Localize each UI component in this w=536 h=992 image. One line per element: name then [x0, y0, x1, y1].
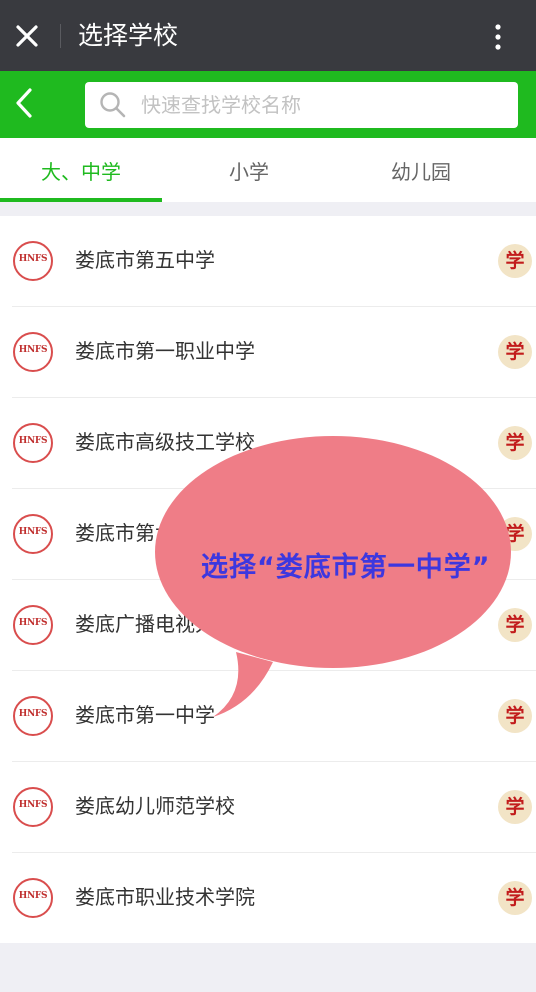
school-name: 娄底市第五中学	[75, 248, 215, 272]
school-badge: 学	[498, 244, 532, 278]
search-bar	[0, 71, 536, 138]
school-logo: HNFS	[13, 332, 53, 372]
search-input[interactable]	[141, 89, 501, 121]
tab-middle-school[interactable]: 大、中学	[0, 138, 162, 202]
school-name: 娄底市第一中学	[75, 703, 215, 727]
chevron-left-icon[interactable]	[10, 85, 40, 121]
logo-text: HNFS	[18, 891, 48, 901]
list-item[interactable]: HNFS 娄底广播电视大学 学	[0, 580, 536, 671]
list-item[interactable]: HNFS 娄底市第一中学 学	[0, 671, 536, 762]
close-icon[interactable]	[12, 21, 42, 51]
list-item[interactable]: HNFS 娄底市高级技工学校 学	[0, 398, 536, 489]
search-icon	[99, 91, 127, 119]
school-type-tabs: 大、中学 小学 幼儿园	[0, 138, 536, 202]
school-badge: 学	[498, 608, 532, 642]
school-logo: HNFS	[13, 787, 53, 827]
active-tab-indicator	[0, 198, 162, 202]
school-name: 娄底幼儿师范学校	[75, 794, 235, 818]
list-item[interactable]: HNFS 娄底市第五中学 学	[0, 216, 536, 307]
list-item[interactable]: HNFS 娄底幼儿师范学校 学	[0, 762, 536, 853]
school-name: 娄底市第六中学	[75, 521, 215, 545]
logo-text: HNFS	[18, 527, 48, 537]
school-logo: HNFS	[13, 514, 53, 554]
page-title: 选择学校	[78, 21, 179, 50]
school-name: 娄底广播电视大学	[75, 612, 235, 636]
school-badge: 学	[498, 790, 532, 824]
school-logo: HNFS	[13, 696, 53, 736]
school-logo: HNFS	[13, 605, 53, 645]
title-bar: 选择学校	[0, 0, 536, 71]
logo-text: HNFS	[18, 709, 48, 719]
school-badge: 学	[498, 699, 532, 733]
list-item[interactable]: HNFS 娄底市第一职业中学 学	[0, 307, 536, 398]
annotation-text: 选择“娄底市第一中学”	[201, 552, 491, 583]
search-box[interactable]	[85, 82, 518, 128]
title-divider	[60, 24, 61, 48]
school-badge: 学	[498, 426, 532, 460]
school-badge: 学	[498, 517, 532, 551]
school-logo: HNFS	[13, 241, 53, 281]
logo-text: HNFS	[18, 800, 48, 810]
list-item[interactable]: HNFS 娄底市职业技术学院 学	[0, 853, 536, 944]
logo-text: HNFS	[18, 436, 48, 446]
logo-text: HNFS	[18, 345, 48, 355]
school-name: 娄底市第一职业中学	[75, 339, 255, 363]
more-vertical-icon[interactable]	[486, 22, 510, 52]
school-name: 娄底市职业技术学院	[75, 885, 255, 909]
tab-kindergarten[interactable]: 幼儿园	[340, 138, 502, 202]
logo-text: HNFS	[18, 618, 48, 628]
school-badge: 学	[498, 335, 532, 369]
logo-text: HNFS	[18, 254, 48, 264]
tab-primary-school[interactable]: 小学	[168, 138, 330, 202]
school-logo: HNFS	[13, 423, 53, 463]
school-name: 娄底市高级技工学校	[75, 430, 255, 454]
school-badge: 学	[498, 881, 532, 915]
school-logo: HNFS	[13, 878, 53, 918]
